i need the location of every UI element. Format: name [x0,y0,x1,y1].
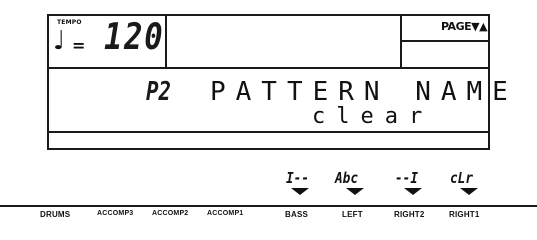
lcd-panel: TEMPO ♩ = 120 PAGE▼▲ P2 PATTERN NAME cle… [0,0,537,226]
lcd-page-underline [400,40,490,42]
softkey-label-4: cLr [450,169,474,187]
quarter-note-icon: ♩ [53,26,66,56]
tempo-equals: = [72,36,86,55]
track-label-drums: DRUMS [40,210,71,219]
tempo-value: 120 [104,17,165,58]
track-label-right1: RIGHT1 [449,210,480,219]
softkey-arrow-1[interactable] [291,188,309,195]
softkey-arrow-3[interactable] [404,188,422,195]
track-label-accomp2: ACCOMP2 [152,210,189,217]
track-label-bass: BASS [285,210,309,219]
track-label-right2: RIGHT2 [394,210,425,219]
page-indicator: PAGE▼▲ [441,20,488,33]
softkey-label-1: I-- [286,169,310,187]
lcd-tempo-divider [165,14,167,69]
softkey-label-2: Abc [335,169,359,187]
track-label-left: LEFT [342,210,363,219]
pattern-number: P2 [146,77,172,107]
lcd-top-divider [47,67,490,69]
lcd-bottom-divider [47,131,490,133]
panel-bottom-rule [0,205,537,207]
softkey-arrow-2[interactable] [346,188,364,195]
track-label-accomp3: ACCOMP3 [97,210,134,217]
tempo-label: TEMPO [57,19,82,26]
pattern-name-value: clear [312,104,434,129]
softkey-arrow-4[interactable] [460,188,478,195]
track-label-accomp1: ACCOMP1 [207,210,244,217]
pattern-title: PATTERN NAME [210,77,518,107]
softkey-label-3: --I [395,169,419,187]
